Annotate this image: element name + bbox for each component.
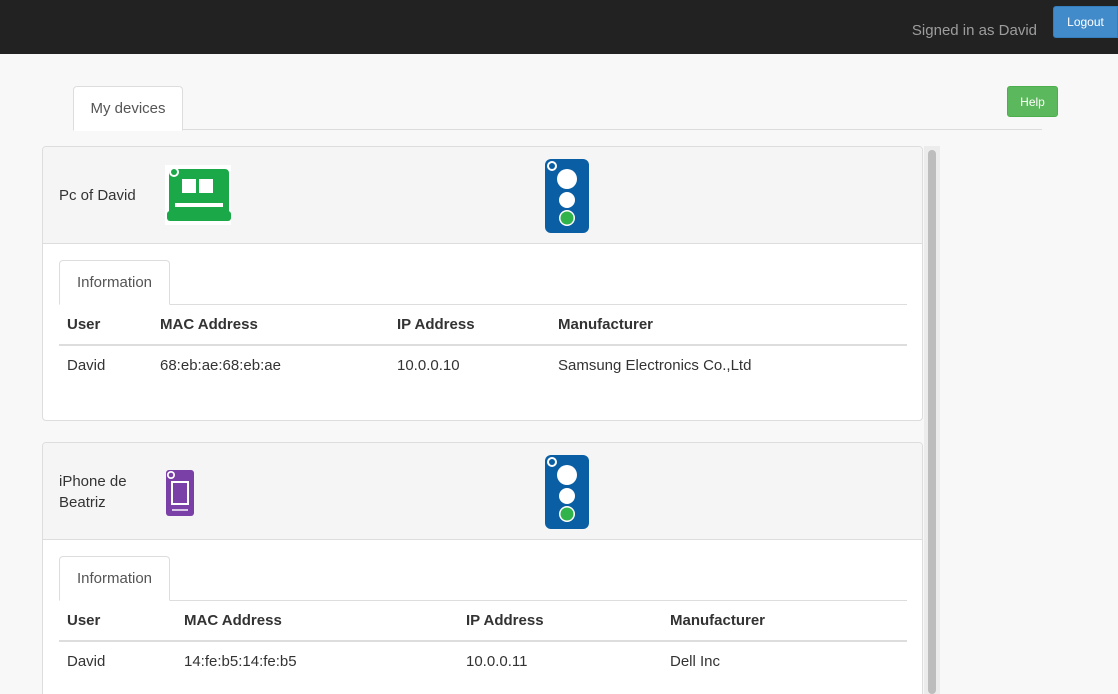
tab-my-devices[interactable]: My devices <box>73 86 183 131</box>
scrollbar-thumb[interactable] <box>928 150 936 694</box>
signed-in-text: Signed in as David <box>911 22 1037 39</box>
table-header-row: User MAC Address IP Address Manufacturer <box>59 601 907 642</box>
tab-information[interactable]: Information <box>59 556 170 601</box>
device-panel-header[interactable]: Pc of David <box>43 147 922 244</box>
device-panel: Pc of David Information User MAC Address… <box>42 146 923 421</box>
table-header-row: User MAC Address IP Address Manufacturer <box>59 305 907 346</box>
computer-icon <box>165 165 231 225</box>
cell-manufacturer: Dell Inc <box>670 653 721 670</box>
help-button[interactable]: Help <box>1007 86 1058 117</box>
device-info-table: User MAC Address IP Address Manufacturer… <box>59 305 907 385</box>
logout-button[interactable]: Logout <box>1053 6 1118 38</box>
column-header-ip: IP Address <box>389 305 550 346</box>
column-header-mac: MAC Address <box>176 601 458 642</box>
phone-icon <box>166 470 194 516</box>
column-header-ip: IP Address <box>458 601 662 642</box>
table-row: David 14:fe:b5:14:fe:b5 10.0.0.11 Dell I… <box>59 641 907 681</box>
tab-information[interactable]: Information <box>59 260 170 305</box>
cell-ip: 10.0.0.10 <box>397 357 460 374</box>
device-name: iPhone de Beatriz <box>59 472 127 511</box>
device-info-table: User MAC Address IP Address Manufacturer… <box>59 601 907 681</box>
column-header-user: User <box>59 305 152 346</box>
column-header-mac: MAC Address <box>152 305 389 346</box>
column-header-manufacturer: Manufacturer <box>662 601 907 642</box>
status-traffic-light-icon <box>545 455 589 529</box>
device-name: Pc of David <box>59 187 136 204</box>
top-navbar: Signed in as David <box>0 0 1118 54</box>
device-panel: iPhone de Beatriz Information User MAC A… <box>42 442 923 694</box>
devices-list: Pc of David Information User MAC Address… <box>42 146 940 694</box>
cell-user: David <box>67 357 106 374</box>
table-row: David 68:eb:ae:68:eb:ae 10.0.0.10 Samsun… <box>59 345 907 385</box>
device-panel-header[interactable]: iPhone de Beatriz <box>43 443 922 540</box>
cell-mac: 68:eb:ae:68:eb:ae <box>160 357 281 374</box>
main-tabs: My devices <box>73 86 1042 131</box>
cell-ip: 10.0.0.11 <box>466 653 528 670</box>
cell-mac: 14:fe:b5:14:fe:b5 <box>184 653 297 670</box>
cell-user: David <box>67 653 106 670</box>
column-header-manufacturer: Manufacturer <box>550 305 907 346</box>
cell-manufacturer: Samsung Electronics Co.,Ltd <box>558 357 752 374</box>
column-header-user: User <box>59 601 176 642</box>
status-traffic-light-icon <box>545 159 589 233</box>
